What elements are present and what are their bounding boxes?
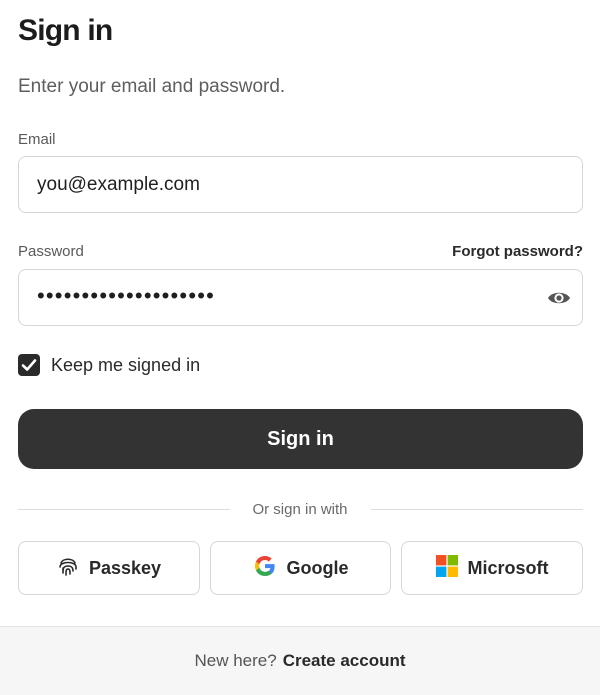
passkey-button[interactable]: Passkey [18, 541, 200, 595]
divider-right [371, 509, 583, 510]
passkey-label: Passkey [88, 557, 162, 578]
page-title: Sign in [18, 14, 113, 47]
footer: New here? Create account [0, 626, 600, 695]
microsoft-label: Microsoft [467, 557, 549, 578]
keep-signed-in-checkbox[interactable] [18, 354, 40, 376]
checkmark-icon [21, 359, 37, 371]
sign-in-button[interactable]: Sign in [18, 409, 583, 469]
fingerprint-icon [57, 555, 79, 582]
footer-question: New here? [194, 651, 277, 670]
page-subtitle: Enter your email and password. [18, 76, 286, 97]
google-label: Google [286, 557, 349, 578]
create-account-link[interactable]: Create account [283, 651, 406, 671]
microsoft-icon [435, 554, 458, 582]
google-icon [253, 554, 277, 583]
password-value: •••••••••••••••••••• [37, 283, 216, 308]
forgot-password-link[interactable]: Forgot password? [452, 243, 583, 260]
eye-icon[interactable] [546, 286, 572, 310]
keep-signed-in-label: Keep me signed in [51, 355, 201, 375]
email-value: you@example.com [37, 174, 200, 195]
email-field[interactable]: you@example.com [18, 156, 583, 213]
email-label: Email [18, 131, 56, 148]
microsoft-button[interactable]: Microsoft [401, 541, 583, 595]
google-button[interactable]: Google [210, 541, 391, 595]
password-field[interactable]: •••••••••••••••••••• [18, 269, 583, 326]
password-label: Password [18, 243, 84, 260]
